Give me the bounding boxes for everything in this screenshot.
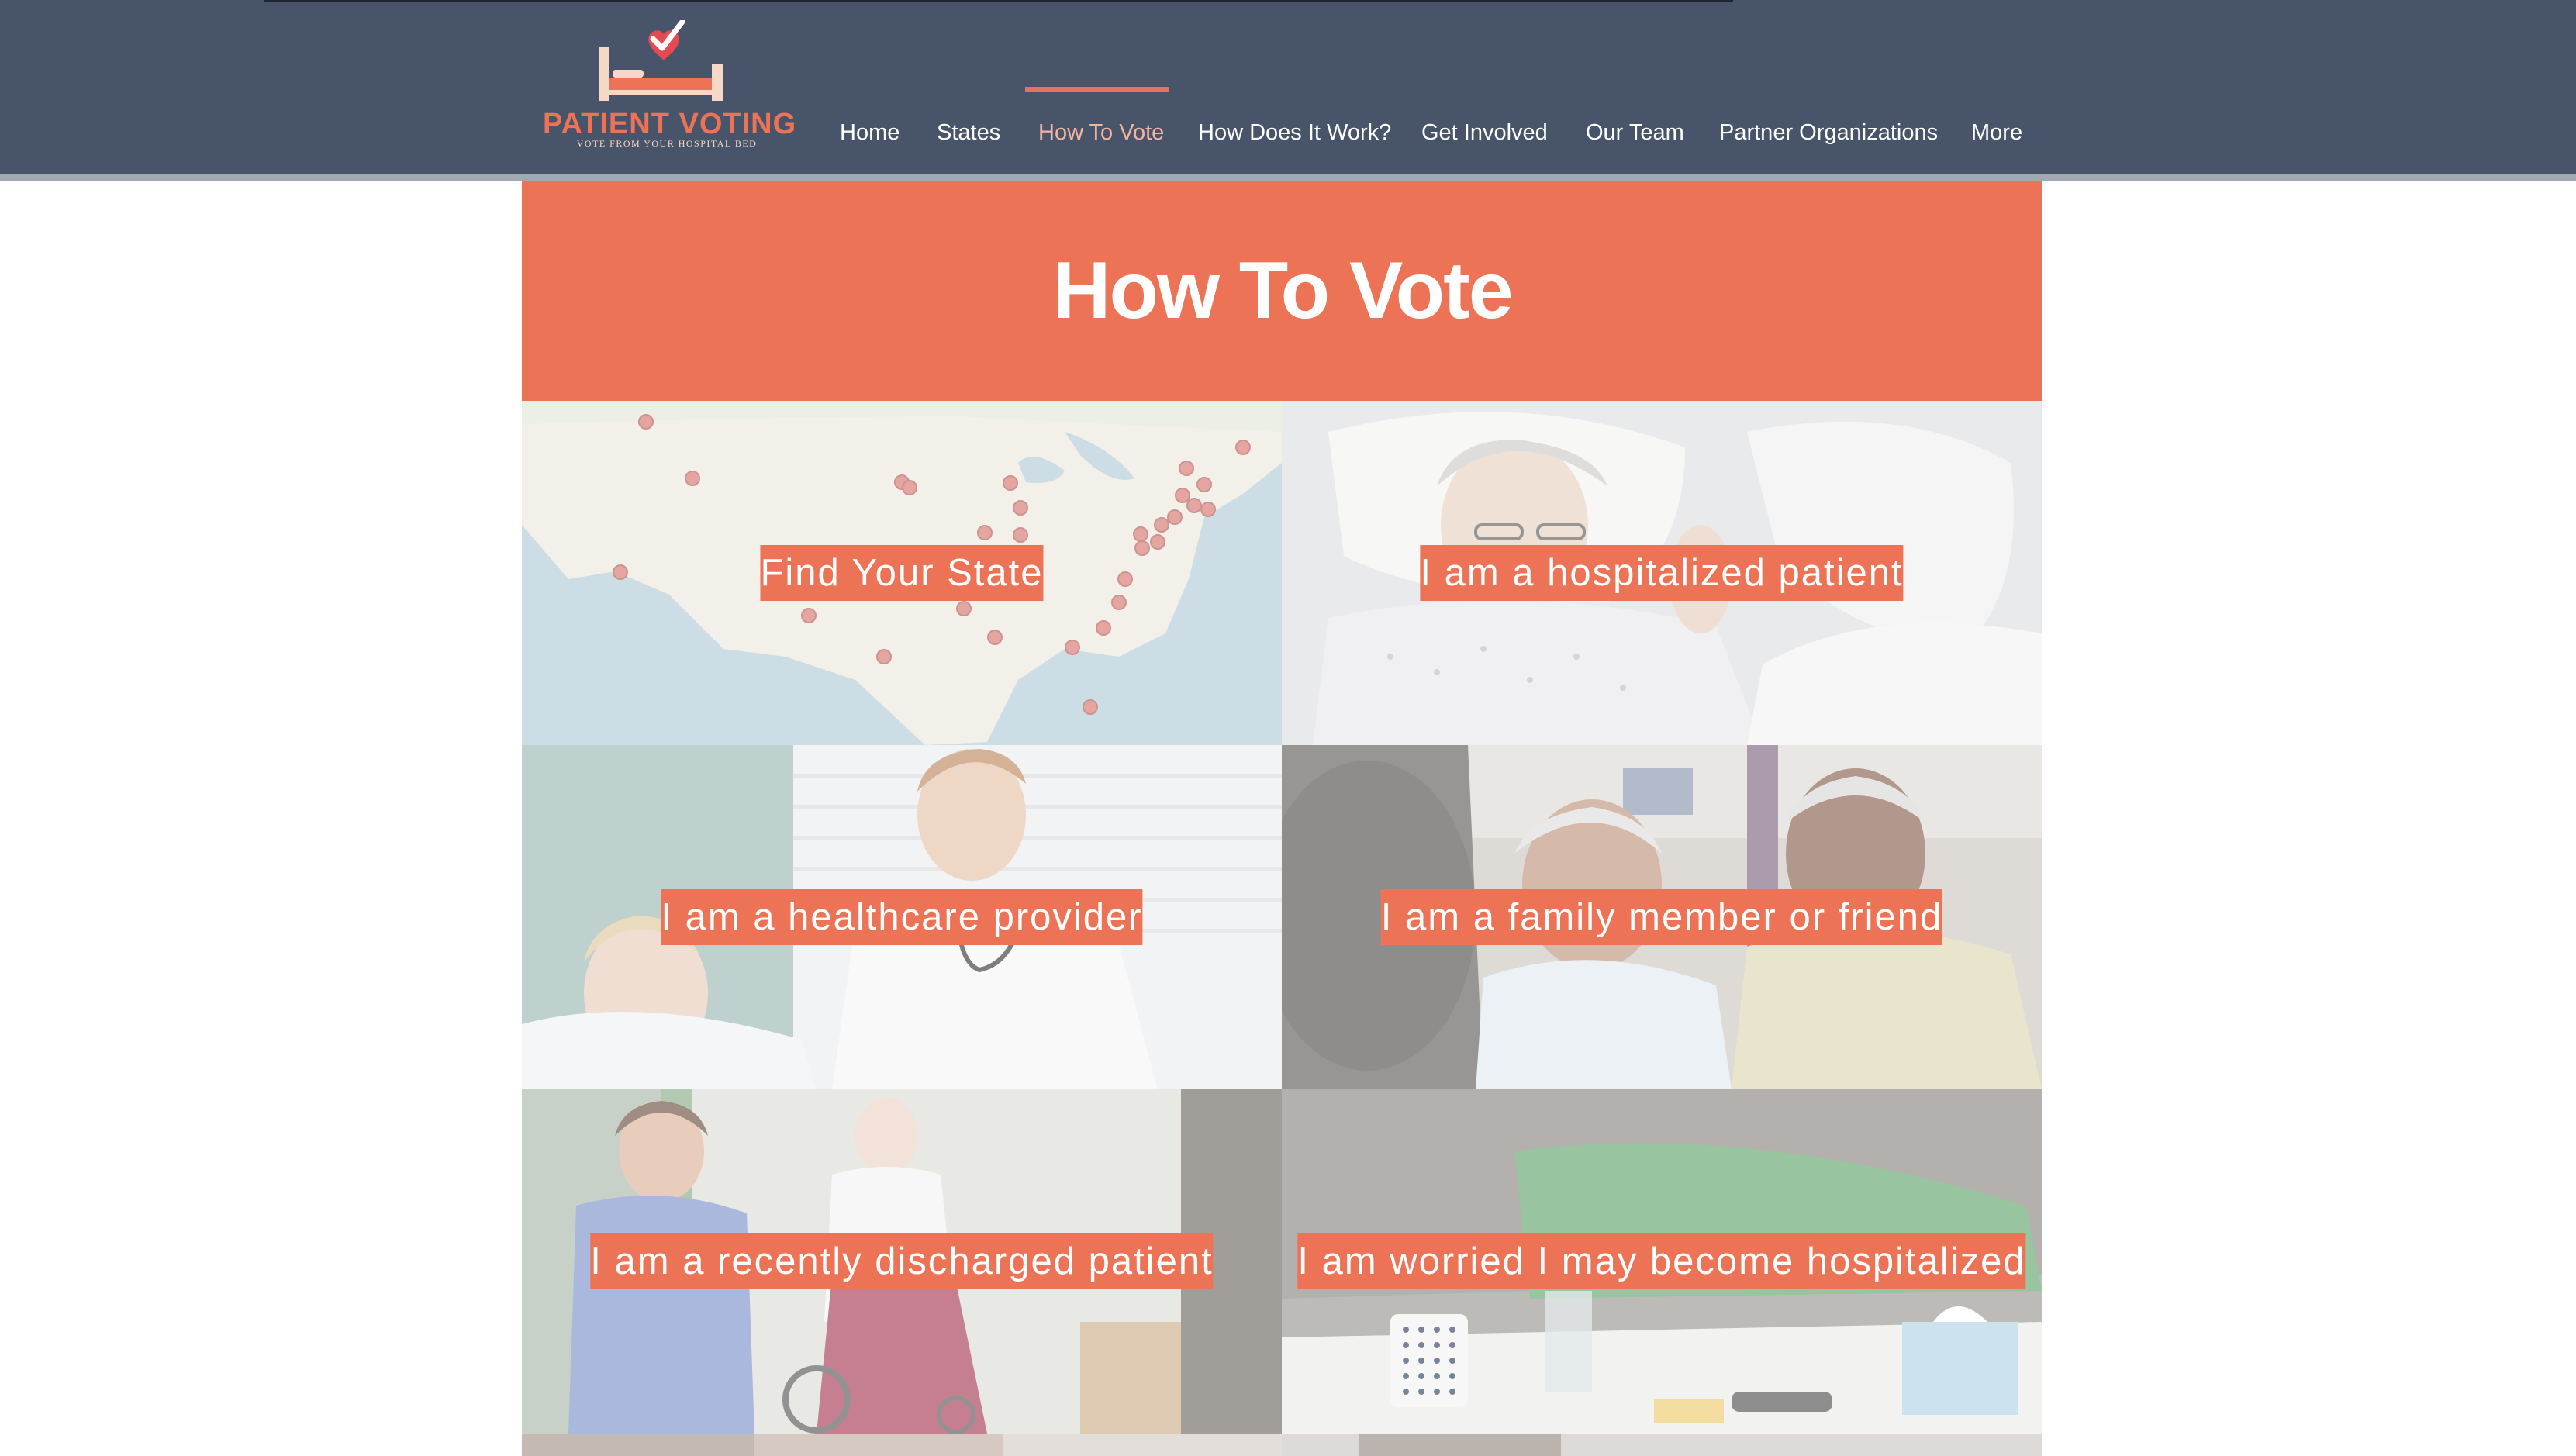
nav-item-how-does-it-work[interactable]: How Does It Work? — [1198, 116, 1391, 149]
tile-label: Find Your State — [760, 545, 1044, 601]
tile-label: I am a recently discharged patient — [590, 1233, 1214, 1289]
tile-hospitalized-patient[interactable]: I am a hospitalized patient — [1282, 401, 2042, 745]
tile-label: I am a hospitalized patient — [1420, 545, 1904, 601]
tile-next-row-left — [522, 1434, 1282, 1456]
tile-worried-may-become-hospitalized[interactable]: I am worried I may become hospitalized — [1282, 1089, 2042, 1434]
site-header: PATIENT VOTING VOTE FROM YOUR HOSPITAL B… — [0, 0, 2576, 174]
tile-recently-discharged-patient[interactable]: I am a recently discharged patient — [522, 1089, 1282, 1434]
hospital-bed-checkmark-logo — [599, 20, 723, 101]
header-shadow-strip — [0, 174, 2576, 181]
site-logo[interactable]: PATIENT VOTING VOTE FROM YOUR HOSPITAL B… — [543, 20, 797, 156]
tile-family-member-or-friend[interactable]: I am a family member or friend — [1282, 745, 2042, 1089]
tile-next-row-right — [1282, 1434, 2042, 1456]
logo-tagline: VOTE FROM YOUR HOSPITAL BED — [576, 138, 758, 149]
header-top-divider — [264, 0, 1733, 2]
logo-title: PATIENT VOTING — [543, 108, 797, 140]
tile-healthcare-provider[interactable]: I am a healthcare provider — [522, 745, 1282, 1089]
tile-label: I am a healthcare provider — [661, 889, 1143, 945]
tile-find-your-state[interactable]: Find Your State — [522, 401, 1282, 745]
nav-item-more[interactable]: More — [1971, 116, 2022, 149]
nav-active-indicator — [1025, 87, 1169, 92]
tile-label: I am a family member or friend — [1380, 889, 1943, 945]
tile-overlay — [522, 1434, 1282, 1456]
page-title-banner: How To Vote — [522, 181, 2042, 401]
nav-item-get-involved[interactable]: Get Involved — [1421, 116, 1548, 149]
nav-item-states[interactable]: States — [937, 116, 1000, 149]
tile-label: I am worried I may become hospitalized — [1297, 1233, 2026, 1289]
nav-item-partner-organizations[interactable]: Partner Organizations — [1719, 116, 1938, 149]
nav-item-how-to-vote[interactable]: How To Vote — [1038, 116, 1164, 149]
nav-item-home[interactable]: Home — [840, 116, 900, 149]
main-navigation: Home States How To Vote How Does It Work… — [822, 116, 2047, 149]
nav-item-our-team[interactable]: Our Team — [1586, 116, 1684, 149]
tile-overlay — [1282, 1434, 2042, 1456]
page-title: How To Vote — [1052, 246, 1513, 336]
